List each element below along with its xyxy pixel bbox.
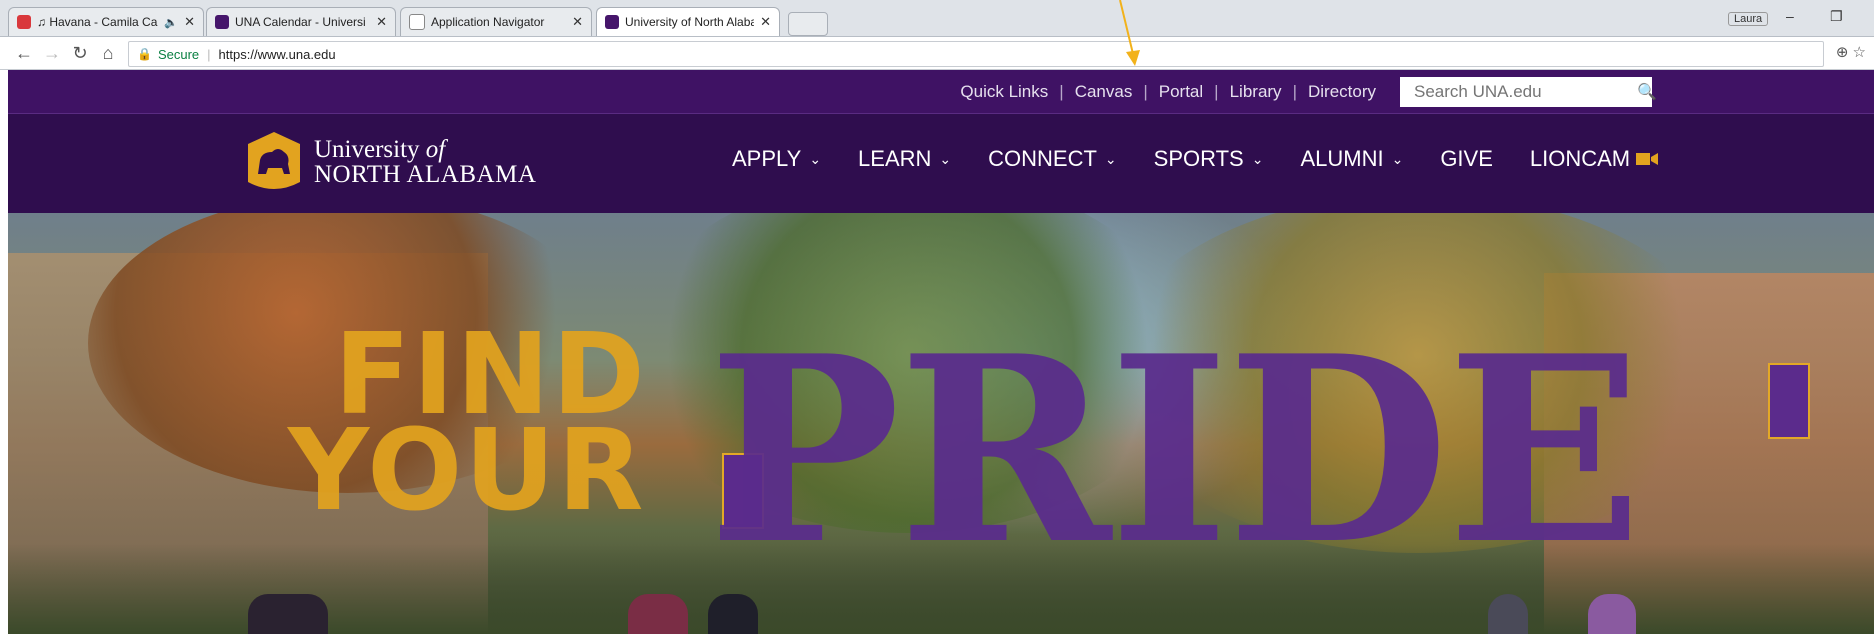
search-input[interactable] [1412, 80, 1637, 103]
chevron-down-icon: ⌄ [1251, 150, 1264, 167]
menu-lioncam[interactable]: LIONCAM [1529, 146, 1659, 172]
lock-icon: 🔒 [137, 47, 152, 61]
close-tab-icon[interactable]: ✕ [572, 14, 583, 30]
tab-strip: ♫ Havana - Camila Ca 🔈 ✕ UNA Calendar - … [0, 0, 1874, 37]
student-figure [628, 594, 688, 634]
lion-shield-icon [248, 132, 300, 189]
tab-title: University of North Alaba [625, 15, 755, 29]
menu-label: APPLY [732, 146, 802, 171]
directory-link[interactable]: Directory [1308, 82, 1376, 102]
una-lion-icon [215, 15, 229, 29]
home-icon[interactable]: ⌂ [94, 43, 122, 64]
menu-alumni[interactable]: ALUMNI ⌄ [1300, 146, 1403, 172]
omnibox[interactable]: 🔒 Secure | https://www.una.edu [128, 41, 1824, 67]
omnibox-divider: | [207, 46, 211, 62]
search-icon[interactable]: 🔍 [1637, 82, 1657, 102]
new-tab-button[interactable] [788, 12, 828, 36]
forward-arrow-icon[interactable]: → [38, 43, 66, 64]
tab-title: Application Navigator [431, 15, 545, 29]
hero-word-pride: PRIDE [708, 301, 1642, 601]
student-figure [248, 594, 328, 634]
menu-label: ALUMNI [1300, 146, 1384, 171]
menu-connect[interactable]: CONNECT ⌄ [988, 146, 1117, 172]
secure-label: Secure [157, 46, 200, 62]
chevron-down-icon: ⌄ [809, 150, 822, 167]
browser-chrome: ♫ Havana - Camila Ca 🔈 ✕ UNA Calendar - … [0, 0, 1874, 70]
chevron-down-icon: ⌄ [939, 150, 952, 167]
primary-menu: APPLY ⌄ LEARN ⌄ CONNECT ⌄ SPORTS ⌄ ALUMNI ⌄ G… [732, 146, 1695, 172]
menu-apply[interactable]: APPLY ⌄ [732, 146, 821, 172]
divider: | [1059, 81, 1064, 101]
back-arrow-icon[interactable]: ← [10, 43, 38, 64]
chevron-down-icon: ⌄ [1391, 150, 1404, 167]
menu-label: GIVE [1440, 146, 1493, 171]
menu-label: CONNECT [988, 146, 1097, 171]
quick-links-link[interactable]: Quick Links [960, 82, 1048, 102]
canvas-link[interactable]: Canvas [1075, 82, 1133, 102]
chevron-down-icon: ⌄ [1104, 150, 1117, 167]
restore-button[interactable]: ❐ [1830, 8, 1843, 25]
menu-learn[interactable]: LEARN ⌄ [858, 146, 951, 172]
hero-word-your: YOUR [288, 406, 646, 536]
menu-label: SPORTS [1153, 146, 1244, 171]
zoom-and-bookmark-icons[interactable]: ⊕ ☆ [1836, 43, 1866, 61]
heart-radio-icon [17, 15, 31, 29]
tab-una-calendar[interactable]: UNA Calendar - Universi ✕ [206, 7, 396, 36]
tab-application-navigator[interactable]: Application Navigator ✕ [400, 7, 592, 36]
tab-havana[interactable]: ♫ Havana - Camila Ca 🔈 ✕ [8, 7, 204, 36]
una-logo[interactable]: University of NORTH ALABAMA [242, 130, 536, 194]
document-icon [409, 14, 425, 30]
audio-icon[interactable]: 🔈 [164, 16, 178, 29]
divider: | [1214, 81, 1219, 101]
close-tab-icon[interactable]: ✕ [376, 14, 387, 30]
logo-line-1: University [314, 136, 420, 163]
video-camera-icon [1636, 153, 1659, 165]
annotation-arrow-icon [1119, 0, 1140, 66]
tab-university-north-alabama[interactable]: University of North Alaba ✕ [596, 7, 780, 36]
site-search: 🔍 [1400, 76, 1657, 107]
menu-give[interactable]: GIVE [1440, 146, 1493, 172]
divider: | [1292, 81, 1297, 101]
tab-title: ♫ Havana - Camila Ca [37, 15, 158, 29]
menu-label: LEARN [858, 146, 932, 171]
close-tab-icon[interactable]: ✕ [760, 14, 771, 30]
reload-icon[interactable]: ↻ [66, 43, 94, 64]
utility-bar: Quick Links | Canvas | Portal | Library … [8, 70, 1874, 114]
una-website: Quick Links | Canvas | Portal | Library … [8, 70, 1874, 634]
menu-sports[interactable]: SPORTS ⌄ [1154, 146, 1264, 172]
address-bar-row: ← → ↻ ⌂ 🔒 Secure | https://www.una.edu ⊕… [0, 37, 1874, 70]
logo-of: of [425, 136, 446, 163]
minimize-button[interactable]: – [1786, 8, 1794, 24]
profile-button[interactable]: Laura [1728, 12, 1769, 26]
tab-title: UNA Calendar - Universi [235, 15, 366, 29]
logo-wordmark: University of NORTH ALABAMA [314, 137, 536, 187]
menu-label: LIONCAM [1529, 146, 1631, 171]
main-nav-bar: University of NORTH ALABAMA APPLY ⌄ LEARN… [8, 114, 1874, 213]
hero-banner[interactable]: FIND YOUR PRIDE [8, 213, 1874, 634]
divider: | [1143, 81, 1148, 101]
portal-link[interactable]: Portal [1159, 82, 1203, 102]
close-tab-icon[interactable]: ✕ [184, 14, 195, 30]
url-text[interactable]: https://www.una.edu [219, 47, 336, 62]
logo-line-2: NORTH ALABAMA [314, 161, 537, 188]
lion-banner [1768, 363, 1810, 439]
una-lion-icon [605, 15, 619, 29]
library-link[interactable]: Library [1230, 82, 1282, 102]
